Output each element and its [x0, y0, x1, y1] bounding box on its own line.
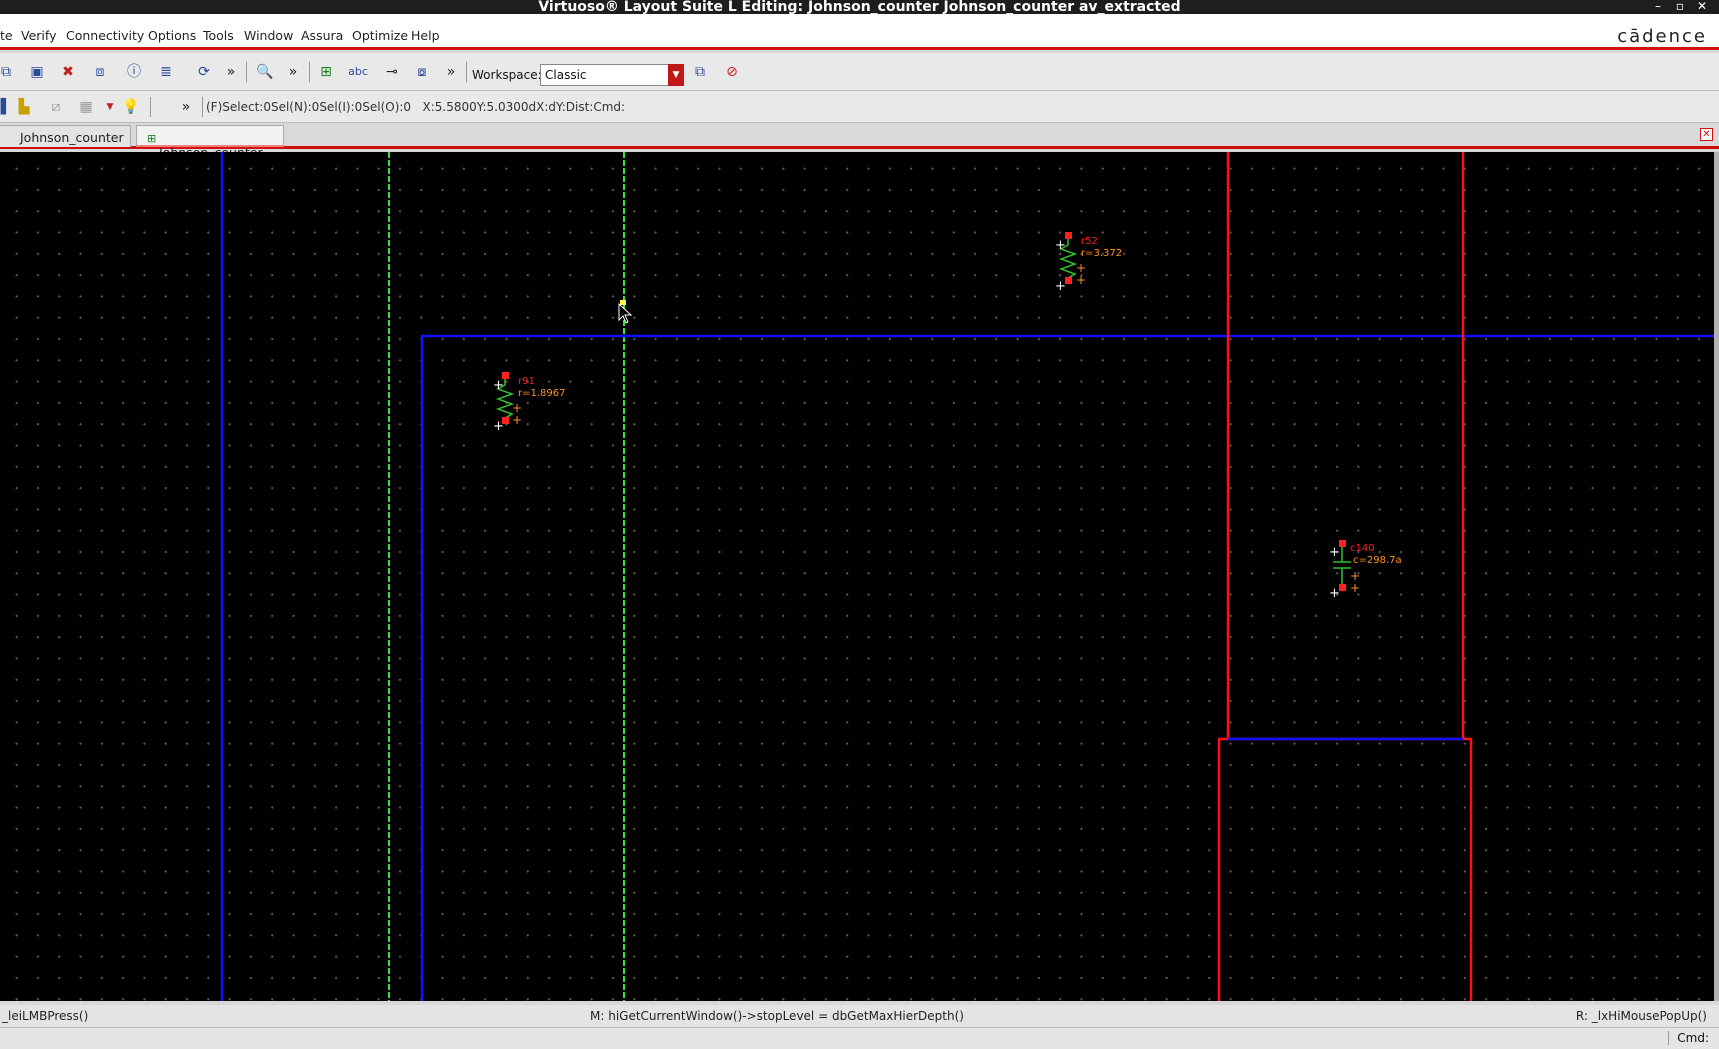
pin-marker	[1065, 277, 1072, 284]
device-value-label: r=1.8967	[518, 388, 565, 399]
device-value-label: c=298.7a	[1353, 555, 1402, 566]
origin-cross: +	[493, 419, 504, 434]
workspace-value: Classic	[545, 68, 587, 82]
origin-cross: +	[1055, 238, 1066, 253]
rename-icon[interactable]: ⧈	[90, 62, 110, 82]
menu-item-verify[interactable]: Verify	[21, 28, 56, 43]
create-instance-icon[interactable]: ⊞	[316, 62, 336, 82]
workspace-select[interactable]: Classic ▼	[540, 64, 684, 86]
info-icon[interactable]: ⓘ	[124, 62, 144, 82]
lightbulb-icon[interactable]: 💡	[121, 97, 141, 117]
mouse-middle-binding: M: hiGetCurrentWindow()->stopLevel = dbG…	[590, 1009, 964, 1023]
resistor-r52[interactable]: + + + + r52 r=3.372	[1055, 232, 1122, 294]
menu-item-assura[interactable]: Assura	[301, 28, 343, 43]
tab-johnson-counter-2[interactable]: ⊞ Johnson_counter	[136, 125, 284, 160]
minimize-button[interactable]: –	[1650, 0, 1666, 13]
workspace-delete-icon[interactable]: ⊘	[722, 62, 742, 82]
pin-marker	[1339, 540, 1346, 547]
copy-icon[interactable]: ⧉	[0, 62, 16, 82]
pin-marker	[1065, 232, 1072, 239]
origin-cross: +	[1076, 273, 1086, 287]
toolbar-separator	[202, 97, 203, 117]
origin-cross: +	[1329, 545, 1340, 560]
tab-johnson-counter-1[interactable]: Johnson_counter	[0, 125, 131, 147]
toolbar-separator	[466, 62, 467, 82]
blue-wire	[420, 334, 1714, 1001]
highlight-icon[interactable]: ▙	[14, 97, 34, 117]
workspace-save-icon[interactable]: ⧉	[690, 62, 710, 82]
refresh-icon[interactable]: ⟳	[194, 62, 214, 82]
layout-canvas[interactable]: + + + + r91 r=1.8967 + + + + r52 r=3.372	[0, 152, 1714, 1001]
delete-icon[interactable]: ✖	[58, 62, 78, 82]
palette-icon[interactable]: ▦	[76, 97, 96, 117]
menu-item-help[interactable]: Help	[411, 28, 440, 43]
menu-item-optimize[interactable]: Optimize	[352, 28, 408, 43]
menu-bar: te Verify Connectivity Options Tools Win…	[0, 14, 1719, 50]
bottom-status-bar: Cmd:	[0, 1027, 1719, 1049]
layout-icon: ⊞	[147, 132, 157, 145]
create-via-icon[interactable]: ⧇	[412, 62, 432, 82]
device-name-label: c140	[1350, 543, 1375, 554]
device-name-label: r91	[518, 376, 535, 387]
main-toolbar: ⧉ ▣ ✖ ⧈ ⓘ ≣ ⟳ » 🔍 » ⊞ abc ⊸ ⧇ » Workspac…	[0, 53, 1719, 91]
red-wire	[1217, 737, 1473, 1001]
maximize-button[interactable]: ▫	[1672, 0, 1688, 13]
toolbar-more-3[interactable]: »	[441, 62, 461, 82]
origin-cross: +	[1329, 586, 1340, 601]
chevron-down-icon[interactable]: ▼	[668, 64, 684, 86]
origin-cross: +	[493, 378, 504, 393]
menu-item-options[interactable]: Options	[148, 28, 196, 43]
virtuoso-window: Virtuoso® Layout Suite L Editing: Johnso…	[0, 0, 1719, 1049]
pin-marker	[1339, 584, 1346, 591]
zoom-icon[interactable]: 🔍	[255, 62, 275, 82]
menu-item-truncated[interactable]: te	[0, 28, 13, 43]
snap-point	[620, 300, 626, 305]
capacitor-c140[interactable]: + + + + c140 c=298.7a	[1329, 540, 1402, 601]
toolbar-separator	[309, 62, 310, 82]
menu-item-connectivity[interactable]: Connectivity	[66, 28, 144, 43]
toolbar-separator	[246, 62, 247, 82]
device-name-label: r52	[1081, 236, 1098, 247]
title-bar: Virtuoso® Layout Suite L Editing: Johnso…	[0, 0, 1719, 15]
close-button[interactable]: ✕	[1694, 0, 1710, 13]
origin-cross: +	[1350, 581, 1360, 595]
mouse-bindings-bar: _leiLMBPress() M: hiGetCurrentWindow()->…	[0, 1005, 1719, 1027]
mouse-left-binding: _leiLMBPress()	[2, 1009, 89, 1023]
toolbar-more-4[interactable]: »	[176, 97, 196, 117]
workspace-label: Workspace:	[472, 68, 542, 82]
origin-cross: +	[512, 413, 522, 427]
toolbar-more-1[interactable]: »	[221, 62, 241, 82]
origin-cross: +	[1055, 279, 1066, 294]
resistor-r91[interactable]: + + + + r91 r=1.8967	[493, 372, 565, 434]
menu-item-window[interactable]: Window	[244, 28, 293, 43]
view-icon[interactable]: ▣	[27, 62, 47, 82]
selection-filter-icon[interactable]: ⧄	[46, 97, 66, 117]
cmd-label: Cmd:	[1668, 1031, 1709, 1045]
device-value-label: r=3.372	[1081, 248, 1122, 259]
toolbar-more-2[interactable]: »	[283, 62, 303, 82]
menu-item-tools[interactable]: Tools	[203, 28, 234, 43]
align-icon[interactable]: ≣	[156, 62, 176, 82]
layout-drawing: + + + + r91 r=1.8967 + + + + r52 r=3.372	[220, 152, 1714, 1001]
tab-label: Johnson_counter	[20, 130, 124, 145]
canvas-scroll-edge	[1714, 152, 1719, 1001]
create-label-icon[interactable]: abc	[348, 62, 368, 82]
toolbar-separator	[150, 97, 151, 117]
create-pin-icon[interactable]: ⊸	[382, 62, 402, 82]
chevron-down-icon[interactable]: ▼	[100, 97, 120, 117]
cadence-logo: cādence	[1617, 26, 1707, 47]
selection-status-line: (F)Select:0Sel(N):0Sel(I):0Sel(O):0 X:5.…	[206, 100, 626, 114]
secondary-toolbar: ▌ ▙ ⧄ ▦ ▼ 💡 » (F)Select:0Sel(N):0Sel(I):…	[0, 91, 1719, 123]
window-title: Virtuoso® Layout Suite L Editing: Johnso…	[538, 0, 1181, 15]
tab-bar: Johnson_counter ⊞ Johnson_counter ✕	[0, 123, 1719, 160]
close-tab-icon[interactable]: ✕	[1700, 128, 1713, 141]
mouse-right-binding: R: _lxHiMousePopUp()	[1575, 1009, 1707, 1023]
